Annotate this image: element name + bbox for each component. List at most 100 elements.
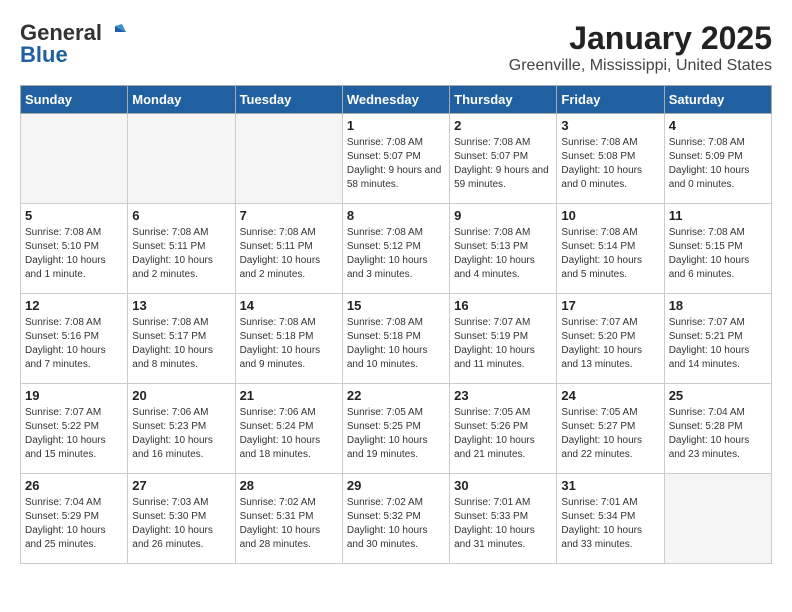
- calendar-cell: 3Sunrise: 7:08 AMSunset: 5:08 PMDaylight…: [557, 114, 664, 204]
- logo: General Blue: [20, 20, 126, 68]
- calendar-cell: 13 Sunrise: 7:08 AMSunset: 5:17 PMDayligh…: [128, 294, 235, 384]
- day-number: 7: [240, 208, 338, 223]
- calendar-cell: 14 Sunrise: 7:08 AMSunset: 5:18 PMDayligh…: [235, 294, 342, 384]
- calendar-cell: 30Sunrise: 7:01 AMSunset: 5:33 PMDayligh…: [450, 474, 557, 564]
- day-info: Sunrise: 7:08 AMSunset: 5:14 PMDaylight:…: [561, 226, 659, 282]
- day-info: Sunrise: 7:08 AMSunset: 5:18 PMDaylight:…: [347, 316, 445, 372]
- col-tuesday: Tuesday: [235, 86, 342, 114]
- calendar-week-row: 19 Sunrise: 7:07 AMSunset: 5:22 PMDayligh…: [21, 384, 772, 474]
- calendar-cell: 12 Sunrise: 7:08 AMSunset: 5:16 PMDayligh…: [21, 294, 128, 384]
- day-number: 30: [454, 478, 552, 493]
- day-info: Sunrise: 7:08 AMSunset: 5:11 PMDaylight:…: [240, 226, 338, 282]
- calendar-cell: 7 Sunrise: 7:08 AMSunset: 5:11 PMDaylight…: [235, 204, 342, 294]
- day-number: 4: [669, 118, 767, 133]
- day-number: 17: [561, 298, 659, 313]
- calendar-cell: 15Sunrise: 7:08 AMSunset: 5:18 PMDayligh…: [342, 294, 449, 384]
- calendar-week-row: 1 Sunrise: 7:08 AMSunset: 5:07 PMDaylight…: [21, 114, 772, 204]
- day-info: Sunrise: 7:08 AMSunset: 5:17 PMDaylight:…: [132, 316, 230, 372]
- day-number: 31: [561, 478, 659, 493]
- day-number: 2: [454, 118, 552, 133]
- days-of-week-row: Sunday Monday Tuesday Wednesday Thursday…: [21, 86, 772, 114]
- col-saturday: Saturday: [664, 86, 771, 114]
- day-number: 19: [25, 388, 123, 403]
- col-monday: Monday: [128, 86, 235, 114]
- day-info: Sunrise: 7:02 AMSunset: 5:32 PMDaylight:…: [347, 496, 445, 552]
- calendar-cell: [21, 114, 128, 204]
- calendar-cell: [128, 114, 235, 204]
- calendar-week-row: 5 Sunrise: 7:08 AMSunset: 5:10 PMDaylight…: [21, 204, 772, 294]
- day-number: 5: [25, 208, 123, 223]
- calendar-cell: 2Sunrise: 7:08 AMSunset: 5:07 PMDaylight…: [450, 114, 557, 204]
- day-number: 27: [132, 478, 230, 493]
- day-info: Sunrise: 7:04 AMSunset: 5:29 PMDaylight:…: [25, 496, 123, 552]
- day-info: Sunrise: 7:01 AMSunset: 5:34 PMDaylight:…: [561, 496, 659, 552]
- day-info: Sunrise: 7:08 AMSunset: 5:13 PMDaylight:…: [454, 226, 552, 282]
- day-info: Sunrise: 7:02 AMSunset: 5:31 PMDaylight:…: [240, 496, 338, 552]
- day-info: Sunrise: 7:03 AMSunset: 5:30 PMDaylight:…: [132, 496, 230, 552]
- col-sunday: Sunday: [21, 86, 128, 114]
- day-number: 14: [240, 298, 338, 313]
- logo-blue-text: Blue: [20, 42, 68, 68]
- calendar-cell: 6 Sunrise: 7:08 AMSunset: 5:11 PMDaylight…: [128, 204, 235, 294]
- calendar-cell: 11 Sunrise: 7:08 AMSunset: 5:15 PMDayligh…: [664, 204, 771, 294]
- day-info: Sunrise: 7:08 AMSunset: 5:11 PMDaylight:…: [132, 226, 230, 282]
- day-number: 29: [347, 478, 445, 493]
- day-info: Sunrise: 7:08 AMSunset: 5:10 PMDaylight:…: [25, 226, 123, 282]
- calendar-cell: 25Sunrise: 7:04 AMSunset: 5:28 PMDayligh…: [664, 384, 771, 474]
- day-info: Sunrise: 7:07 AMSunset: 5:20 PMDaylight:…: [561, 316, 659, 372]
- page-header: General Blue January 2025 Greenville, Mi…: [20, 20, 772, 75]
- calendar-subtitle: Greenville, Mississippi, United States: [509, 57, 772, 75]
- day-info: Sunrise: 7:08 AMSunset: 5:15 PMDaylight:…: [669, 226, 767, 282]
- calendar-cell: 4 Sunrise: 7:08 AMSunset: 5:09 PMDaylight…: [664, 114, 771, 204]
- calendar-cell: 17 Sunrise: 7:07 AMSunset: 5:20 PMDayligh…: [557, 294, 664, 384]
- calendar-cell: 18 Sunrise: 7:07 AMSunset: 5:21 PMDayligh…: [664, 294, 771, 384]
- calendar-cell: [235, 114, 342, 204]
- day-info: Sunrise: 7:04 AMSunset: 5:28 PMDaylight:…: [669, 406, 767, 462]
- day-number: 6: [132, 208, 230, 223]
- day-number: 1: [347, 118, 445, 133]
- day-number: 16: [454, 298, 552, 313]
- day-info: Sunrise: 7:06 AMSunset: 5:23 PMDaylight:…: [132, 406, 230, 462]
- calendar-cell: 8Sunrise: 7:08 AMSunset: 5:12 PMDaylight…: [342, 204, 449, 294]
- calendar-cell: 1 Sunrise: 7:08 AMSunset: 5:07 PMDaylight…: [342, 114, 449, 204]
- day-number: 9: [454, 208, 552, 223]
- day-number: 20: [132, 388, 230, 403]
- calendar-cell: 9 Sunrise: 7:08 AMSunset: 5:13 PMDaylight…: [450, 204, 557, 294]
- calendar-cell: 23Sunrise: 7:05 AMSunset: 5:26 PMDayligh…: [450, 384, 557, 474]
- day-number: 26: [25, 478, 123, 493]
- day-number: 23: [454, 388, 552, 403]
- day-info: Sunrise: 7:07 AMSunset: 5:19 PMDaylight:…: [454, 316, 552, 372]
- calendar-cell: 10 Sunrise: 7:08 AMSunset: 5:14 PMDayligh…: [557, 204, 664, 294]
- day-info: Sunrise: 7:08 AMSunset: 5:18 PMDaylight:…: [240, 316, 338, 372]
- calendar-cell: 22 Sunrise: 7:05 AMSunset: 5:25 PMDayligh…: [342, 384, 449, 474]
- calendar-cell: 24 Sunrise: 7:05 AMSunset: 5:27 PMDayligh…: [557, 384, 664, 474]
- day-number: 24: [561, 388, 659, 403]
- logo-bird-icon: [104, 22, 126, 44]
- day-number: 28: [240, 478, 338, 493]
- day-info: Sunrise: 7:07 AMSunset: 5:21 PMDaylight:…: [669, 316, 767, 372]
- day-info: Sunrise: 7:08 AMSunset: 5:08 PMDaylight:…: [561, 136, 659, 192]
- day-number: 18: [669, 298, 767, 313]
- day-number: 10: [561, 208, 659, 223]
- calendar-cell: 26 Sunrise: 7:04 AMSunset: 5:29 PMDayligh…: [21, 474, 128, 564]
- day-info: Sunrise: 7:05 AMSunset: 5:27 PMDaylight:…: [561, 406, 659, 462]
- day-info: Sunrise: 7:07 AMSunset: 5:22 PMDaylight:…: [25, 406, 123, 462]
- day-number: 12: [25, 298, 123, 313]
- day-number: 11: [669, 208, 767, 223]
- day-number: 22: [347, 388, 445, 403]
- day-info: Sunrise: 7:08 AMSunset: 5:16 PMDaylight:…: [25, 316, 123, 372]
- calendar-cell: 21Sunrise: 7:06 AMSunset: 5:24 PMDayligh…: [235, 384, 342, 474]
- day-number: 13: [132, 298, 230, 313]
- calendar-title: January 2025: [509, 20, 772, 57]
- col-thursday: Thursday: [450, 86, 557, 114]
- day-info: Sunrise: 7:08 AMSunset: 5:07 PMDaylight:…: [347, 136, 445, 192]
- calendar-cell: 20 Sunrise: 7:06 AMSunset: 5:23 PMDayligh…: [128, 384, 235, 474]
- day-info: Sunrise: 7:08 AMSunset: 5:09 PMDaylight:…: [669, 136, 767, 192]
- day-info: Sunrise: 7:05 AMSunset: 5:25 PMDaylight:…: [347, 406, 445, 462]
- calendar-cell: 29 Sunrise: 7:02 AMSunset: 5:32 PMDayligh…: [342, 474, 449, 564]
- calendar-table: Sunday Monday Tuesday Wednesday Thursday…: [20, 85, 772, 564]
- calendar-cell: 19 Sunrise: 7:07 AMSunset: 5:22 PMDayligh…: [21, 384, 128, 474]
- calendar-week-row: 12 Sunrise: 7:08 AMSunset: 5:16 PMDayligh…: [21, 294, 772, 384]
- calendar-week-row: 26 Sunrise: 7:04 AMSunset: 5:29 PMDayligh…: [21, 474, 772, 564]
- day-info: Sunrise: 7:08 AMSunset: 5:12 PMDaylight:…: [347, 226, 445, 282]
